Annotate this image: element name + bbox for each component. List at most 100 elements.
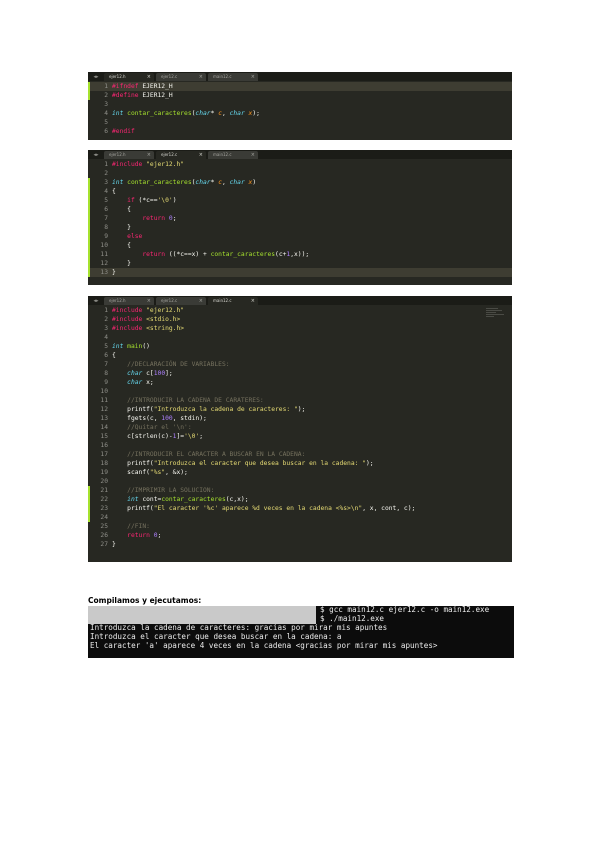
code-line[interactable]: 4 int contar_caracteres(char* c, char x); xyxy=(88,109,512,118)
tab-file[interactable]: ejer12.h × xyxy=(104,73,154,81)
line-number: 13 xyxy=(100,415,108,422)
line-number: 2 xyxy=(104,170,108,177)
line-number: 15 xyxy=(100,433,108,440)
close-tab-icon[interactable]: × xyxy=(251,151,255,159)
tab-file[interactable]: ejer12.h × xyxy=(104,151,154,159)
terminal[interactable]: $ gcc main12.c ejer12.c -o main12.exe $ … xyxy=(88,605,514,658)
close-tab-icon[interactable]: × xyxy=(147,151,151,159)
tab-file[interactable]: ejer12.h × xyxy=(104,297,154,305)
code-line[interactable]: 15 c[strlen(c)-1]='\0'; xyxy=(88,432,512,441)
code-token: (c+ xyxy=(275,251,287,258)
code-line[interactable]: 2 xyxy=(88,169,512,178)
code-line[interactable]: 18 printf("Introduzca el caracter que de… xyxy=(88,459,512,468)
code-line[interactable]: 27} xyxy=(88,540,512,549)
code-line[interactable]: 10 xyxy=(88,387,512,396)
code-line[interactable]: 4{ xyxy=(88,187,512,196)
code-line[interactable]: 7 return 0; xyxy=(88,214,512,223)
tab-file[interactable]: main12.c × xyxy=(208,297,258,305)
code-area[interactable]: 1 #ifndef EJER12_H 2 #define EJER12_H 3 4 int … xyxy=(88,81,512,136)
tab-bar: ◂▸ ejer12.h × ejer12.c × main12.c × xyxy=(88,296,512,305)
code-token: int xyxy=(112,110,128,117)
code-token: , &x); xyxy=(165,469,188,476)
code-token: } xyxy=(112,269,116,276)
code-line[interactable]: 22 int cont=contar_caracteres(c,x); xyxy=(88,495,512,504)
code-line[interactable]: 5 if (*c=='\0') xyxy=(88,196,512,205)
code-line[interactable]: 8 char c[100]; xyxy=(88,369,512,378)
tab-file[interactable]: ejer12.c × xyxy=(156,73,206,81)
code-token: { xyxy=(112,206,131,213)
code-token: EJER12_H xyxy=(142,92,173,99)
tab-file[interactable]: main12.c × xyxy=(208,151,258,159)
code-line[interactable]: 13 fgets(c, 100, stdin); xyxy=(88,414,512,423)
line-number: 23 xyxy=(100,505,108,512)
code-line[interactable]: 3 int contar_caracteres(char* c, char x) xyxy=(88,178,512,187)
code-token: ]= xyxy=(176,433,185,440)
line-number: 6 xyxy=(104,352,108,359)
tab-nav-arrows-icon[interactable]: ◂▸ xyxy=(88,296,104,305)
close-tab-icon[interactable]: × xyxy=(147,297,151,305)
code-line[interactable]: 3 xyxy=(88,100,512,109)
code-line[interactable]: 25 //FIN: xyxy=(88,522,512,531)
tab-file[interactable]: main12.c × xyxy=(208,73,258,81)
code-line[interactable]: 12 printf("Introduzca la cadena de carac… xyxy=(88,405,512,414)
code-line[interactable]: 12 } xyxy=(88,259,512,268)
code-area[interactable]: 1 #include "ejer12.h" 2 #include <stdio.h> 3… xyxy=(88,305,512,549)
code-line[interactable]: 1 #ifndef EJER12_H xyxy=(88,82,512,91)
code-token: printf( xyxy=(112,505,154,512)
code-line[interactable]: 24 xyxy=(88,513,512,522)
code-line[interactable]: 5 int main() xyxy=(88,342,512,351)
code-line[interactable]: 2 #include <stdio.h> xyxy=(88,315,512,324)
code-line[interactable]: 20 xyxy=(88,477,512,486)
code-line[interactable]: 1 #include "ejer12.h" xyxy=(88,160,512,169)
code-line[interactable]: 1 #include "ejer12.h" xyxy=(88,306,512,315)
code-line[interactable]: 4 xyxy=(88,333,512,342)
code-line[interactable]: 3 #include <string.h> xyxy=(88,324,512,333)
code-line[interactable]: 6 #endif xyxy=(88,127,512,136)
tab-label: ejer12.c xyxy=(161,298,178,303)
code-line[interactable]: 17 //INTRODUCIR EL CARACTER A BUSCAR EN … xyxy=(88,450,512,459)
code-line[interactable]: 2 #define EJER12_H xyxy=(88,91,512,100)
code-token: ); xyxy=(366,460,374,467)
code-line[interactable]: 9 char x; xyxy=(88,378,512,387)
code-line[interactable]: 11 return ((*c==x) + contar_caracteres(c… xyxy=(88,250,512,259)
code-token: ((*c==x) + xyxy=(168,251,211,258)
code-line[interactable]: 5 xyxy=(88,118,512,127)
tab-nav-arrows-icon[interactable]: ◂▸ xyxy=(88,72,104,81)
code-line[interactable]: 8 } xyxy=(88,223,512,232)
code-line[interactable]: 14 //Quitar el '\n': xyxy=(88,423,512,432)
code-token: ; xyxy=(199,433,204,440)
close-tab-icon[interactable]: × xyxy=(147,73,151,81)
close-tab-icon[interactable]: × xyxy=(251,73,255,81)
code-line[interactable]: 11 //INTRODUCIR LA CADENA DE CARATERES: xyxy=(88,396,512,405)
code-line[interactable]: 23 printf("El caracter '%c' aparece %d v… xyxy=(88,504,512,513)
close-tab-icon[interactable]: × xyxy=(199,151,203,159)
code-token: "%s" xyxy=(149,469,166,476)
code-token: , x, cont, c); xyxy=(362,505,416,512)
code-line[interactable]: 6 { xyxy=(88,205,512,214)
code-line[interactable]: 19 scanf("%s", &x); xyxy=(88,468,512,477)
code-line[interactable]: 10 { xyxy=(88,241,512,250)
code-line[interactable]: 16 xyxy=(88,441,512,450)
code-line[interactable]: 6{ xyxy=(88,351,512,360)
code-line[interactable]: 7 //DECLARACIÓN DE VARIABLES: xyxy=(88,360,512,369)
code-token: contar_caracteres xyxy=(127,179,192,186)
line-number: 18 xyxy=(100,460,108,467)
code-token: 100 xyxy=(153,370,166,377)
code-line[interactable]: 9 else xyxy=(88,232,512,241)
code-token: char xyxy=(127,379,147,386)
line-number: 1 xyxy=(104,161,108,168)
code-line[interactable]: 26 return 0; xyxy=(88,531,512,540)
code-token: <stdio.h> xyxy=(146,316,181,323)
code-area[interactable]: 1 #include "ejer12.h" 2 3 int contar_caracte… xyxy=(88,159,512,277)
tab-nav-arrows-icon[interactable]: ◂▸ xyxy=(88,150,104,159)
close-tab-icon[interactable]: × xyxy=(199,73,203,81)
code-line[interactable]: 13} xyxy=(88,268,512,277)
close-tab-icon[interactable]: × xyxy=(251,297,255,305)
close-tab-icon[interactable]: × xyxy=(199,297,203,305)
tab-file[interactable]: ejer12.c × xyxy=(156,151,206,159)
tab-file[interactable]: ejer12.c × xyxy=(156,297,206,305)
code-line[interactable]: 21 //IMPRIMIR LA SOLUCION: xyxy=(88,486,512,495)
line-number: 25 xyxy=(100,523,108,530)
